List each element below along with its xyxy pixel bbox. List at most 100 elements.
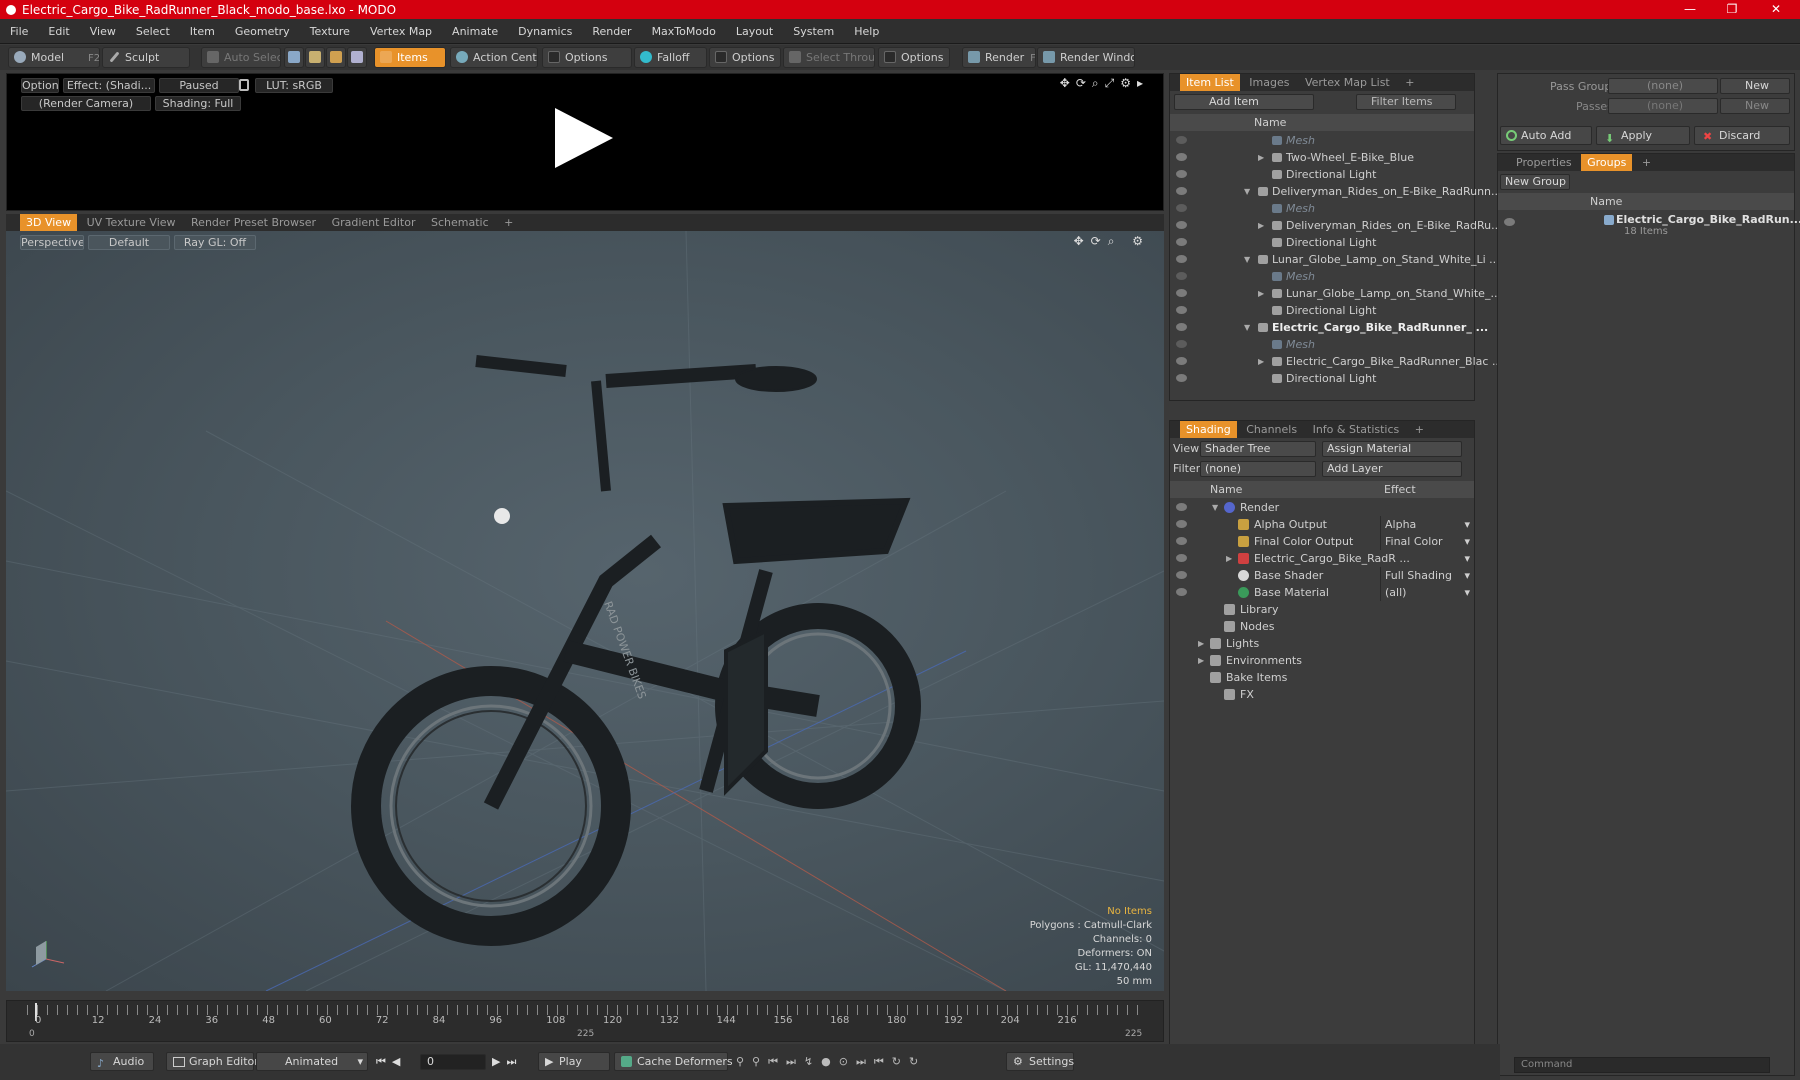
- menu-view[interactable]: View: [80, 19, 126, 44]
- visibility-eye-icon[interactable]: [1176, 520, 1187, 528]
- select-materials-button[interactable]: [347, 47, 367, 68]
- item-list-row[interactable]: ▼ Deliveryman_Rides_on_E-Bike_RadRunn...: [1170, 183, 1502, 200]
- menu-geometry[interactable]: Geometry: [225, 19, 300, 44]
- expand-arrow-icon[interactable]: ▶: [1258, 149, 1264, 166]
- visibility-eye-icon[interactable]: [1176, 554, 1187, 562]
- preview-paused-button[interactable]: Paused: [159, 78, 239, 93]
- preview-nav-icons[interactable]: ✥⟳⌕⤢⚙▸: [1060, 76, 1149, 91]
- expand-arrow-icon[interactable]: ▶: [1258, 217, 1264, 234]
- pass-groups-dropdown[interactable]: (none): [1608, 78, 1718, 94]
- perspective-dropdown[interactable]: Perspective: [20, 235, 84, 250]
- item-list-row[interactable]: ▶ Two-Wheel_E-Bike_Blue: [1170, 149, 1474, 166]
- shader-tree-row[interactable]: Base Material (all) ▾: [1170, 584, 1474, 601]
- sculpt-button[interactable]: Sculpt: [102, 47, 190, 68]
- preview-lut-dropdown[interactable]: LUT: sRGB: [255, 78, 333, 93]
- visibility-eye-icon[interactable]: [1176, 289, 1187, 297]
- view-dropdown[interactable]: Shader Tree: [1200, 441, 1316, 457]
- audio-button[interactable]: ♪ Audio: [90, 1052, 154, 1071]
- transport-controls-left[interactable]: ⏮◀: [376, 1055, 406, 1069]
- auto-select-button[interactable]: Auto Select: [201, 47, 281, 68]
- preview-effect-dropdown[interactable]: Effect: (Shadi...: [63, 78, 155, 93]
- menu-vertex-map[interactable]: Vertex Map: [360, 19, 442, 44]
- maximize-button[interactable]: ❐: [1712, 0, 1752, 19]
- default-dropdown[interactable]: Default: [88, 235, 170, 250]
- shader-tree-row[interactable]: Alpha Output Alpha ▾: [1170, 516, 1474, 533]
- tab-gradient-editor[interactable]: Gradient Editor: [326, 214, 422, 231]
- viewport-nav-icons[interactable]: ✥⟳⌕ ⚙: [1074, 234, 1150, 249]
- select-polygons-button[interactable]: [326, 47, 346, 68]
- tab-shading-add[interactable]: +: [1409, 421, 1430, 438]
- item-list-row[interactable]: ▶ Electric_Cargo_Bike_RadRunner_Blac ...: [1170, 353, 1502, 370]
- select-vertices-button[interactable]: [284, 47, 304, 68]
- tab-vertex-map-list[interactable]: Vertex Map List: [1299, 74, 1396, 91]
- lock-icon[interactable]: [239, 79, 249, 91]
- command-input[interactable]: Command: [1514, 1057, 1770, 1073]
- group-row[interactable]: Electric_Cargo_Bike_RadRun... 18 Items: [1498, 212, 1800, 238]
- expand-arrow-icon[interactable]: ▶: [1258, 353, 1264, 370]
- passes-dropdown[interactable]: (none): [1608, 98, 1718, 114]
- visibility-eye-icon[interactable]: [1176, 357, 1187, 365]
- menu-help[interactable]: Help: [844, 19, 889, 44]
- expand-arrow-icon[interactable]: ▶: [1258, 285, 1264, 302]
- menu-file[interactable]: File: [0, 19, 38, 44]
- preview-options-button[interactable]: Options: [21, 78, 59, 93]
- add-item-dropdown[interactable]: Add Item: [1174, 94, 1314, 110]
- transport-controls-right[interactable]: ▶⏭: [492, 1055, 522, 1069]
- visibility-eye-icon[interactable]: [1176, 588, 1187, 596]
- visibility-eye-icon[interactable]: [1176, 571, 1187, 579]
- tab-3d-view[interactable]: 3D View: [20, 214, 78, 231]
- tab-groups-add[interactable]: +: [1636, 154, 1657, 171]
- item-list-row[interactable]: Mesh: [1170, 200, 1474, 217]
- expand-arrow-icon[interactable]: ▶: [1226, 550, 1232, 567]
- shader-tree-row[interactable]: ▼ Render: [1170, 499, 1474, 516]
- menu-maxtomodo[interactable]: MaxToModo: [642, 19, 726, 44]
- frame-input[interactable]: 0: [420, 1054, 486, 1070]
- visibility-eye-icon[interactable]: [1176, 306, 1187, 314]
- tab-images[interactable]: Images: [1243, 74, 1295, 91]
- action-center-button[interactable]: Action Center: [450, 47, 538, 68]
- tab-properties[interactable]: Properties: [1510, 154, 1578, 171]
- item-list-row[interactable]: Directional Light: [1170, 370, 1474, 387]
- shader-tree-row[interactable]: ▶ Lights: [1170, 635, 1474, 652]
- shader-tree-row[interactable]: Nodes: [1170, 618, 1474, 635]
- tab-schematic[interactable]: Schematic: [425, 214, 495, 231]
- shader-tree-row[interactable]: Library: [1170, 601, 1474, 618]
- close-button[interactable]: ✕: [1756, 0, 1796, 19]
- add-layer-dropdown[interactable]: Add Layer: [1322, 461, 1462, 477]
- filter-dropdown[interactable]: (none): [1200, 461, 1316, 477]
- shader-effect-dropdown[interactable]: Full Shading ▾: [1380, 567, 1474, 584]
- auto-add-button[interactable]: Auto Add: [1500, 126, 1592, 145]
- menu-edit[interactable]: Edit: [38, 19, 79, 44]
- collapse-arrow-icon[interactable]: ▼: [1244, 251, 1250, 268]
- cache-deformers-button[interactable]: Cache Deformers: [614, 1052, 733, 1071]
- new-pass-group-button[interactable]: New: [1720, 78, 1790, 94]
- visibility-eye-icon[interactable]: [1176, 153, 1187, 161]
- shader-tree-row[interactable]: ▶ Environments: [1170, 652, 1474, 669]
- tab-groups[interactable]: Groups: [1581, 154, 1633, 171]
- menu-select[interactable]: Select: [126, 19, 180, 44]
- collapse-arrow-icon[interactable]: ▼: [1212, 499, 1218, 516]
- tab-shading[interactable]: Shading: [1180, 421, 1237, 438]
- new-group-button[interactable]: New Group: [1500, 174, 1570, 190]
- raygl-dropdown[interactable]: Ray GL: Off: [174, 235, 256, 250]
- settings-button[interactable]: ⚙ Settings: [1006, 1052, 1074, 1071]
- select-through-button[interactable]: Select Through: [783, 47, 875, 68]
- expand-arrow-icon[interactable]: ▶: [1198, 635, 1204, 652]
- preview-shading-dropdown[interactable]: Shading: Full: [155, 96, 241, 111]
- preview-camera-dropdown[interactable]: (Render Camera): [21, 96, 151, 111]
- menu-system[interactable]: System: [783, 19, 844, 44]
- item-list-row[interactable]: Directional Light: [1170, 166, 1474, 183]
- render-window-button[interactable]: Render Window: [1037, 47, 1135, 68]
- options-button-3[interactable]: Options: [878, 47, 950, 68]
- menu-layout[interactable]: Layout: [726, 19, 783, 44]
- tab-render-preset-browser[interactable]: Render Preset Browser: [185, 214, 322, 231]
- item-list-row[interactable]: Mesh: [1170, 336, 1474, 353]
- menu-item[interactable]: Item: [180, 19, 225, 44]
- render-button[interactable]: Render F9: [962, 47, 1036, 68]
- menu-render[interactable]: Render: [582, 19, 641, 44]
- play-icon[interactable]: [555, 108, 613, 168]
- play-button[interactable]: ▶ Play: [538, 1052, 610, 1071]
- filter-items-input[interactable]: Filter Items: [1356, 94, 1456, 110]
- visibility-eye-icon[interactable]: [1176, 204, 1187, 212]
- key-controls[interactable]: ⚲⚲⏮⏭↯●⊙⏭⏮↻↻: [736, 1055, 926, 1069]
